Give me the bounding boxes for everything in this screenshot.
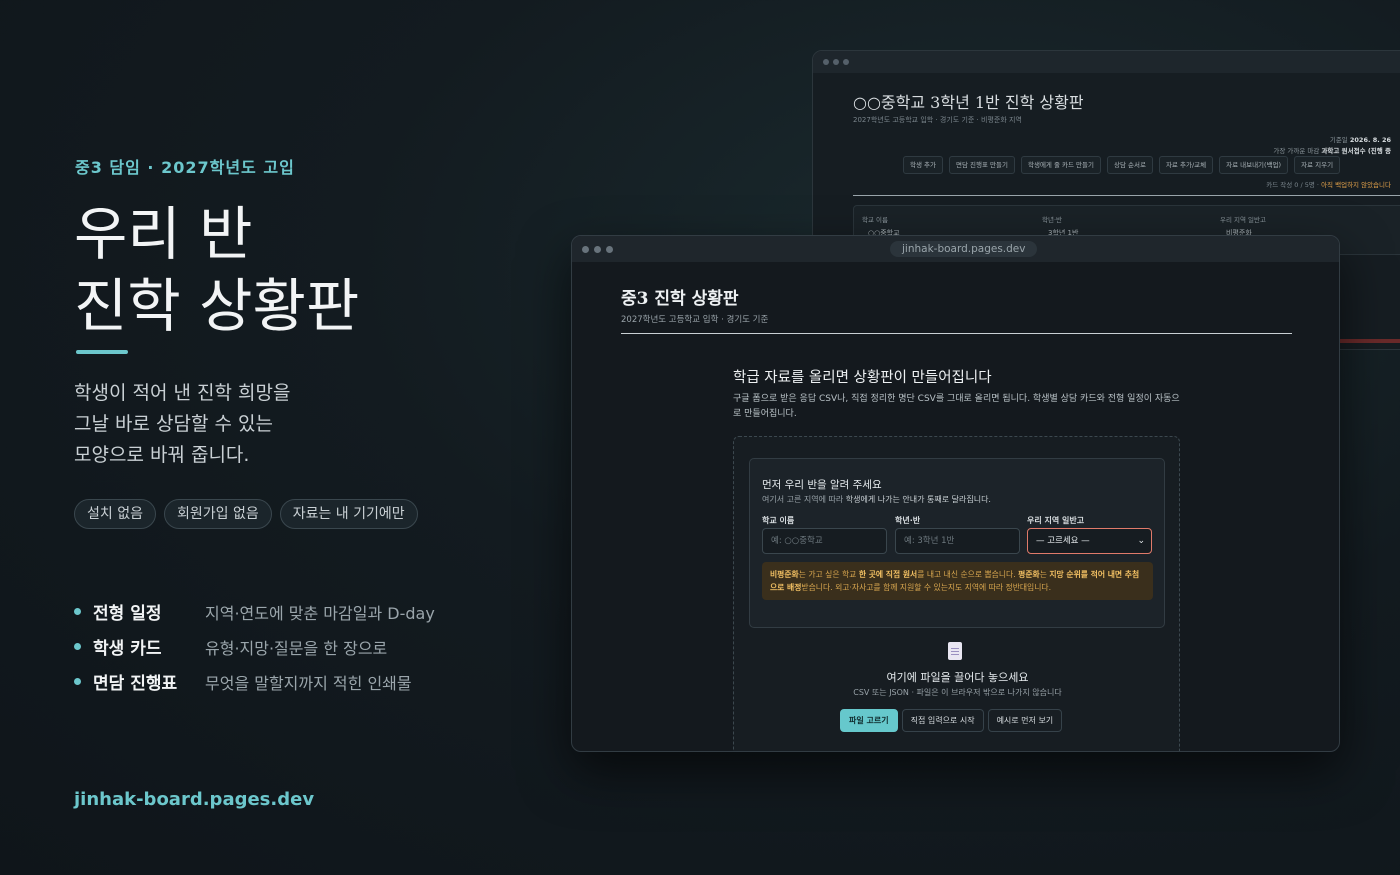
lead-line: 학생이 적어 낸 진학 희망을 [74,382,291,404]
upload-title: 학급 자료를 올리면 상황판이 만들어집니다 [733,370,992,386]
class-label: 학년·반 [1042,216,1063,224]
export-backup-button[interactable]: 자료 내보내기(백업) [1219,156,1289,174]
region-label: 우리 지역 일반고 [1220,216,1266,224]
view-example-button[interactable]: 예시로 먼저 보기 [987,709,1063,732]
board-subtitle: 2027학년도 고등학교 입학 · 경기도 기준 · 비평준화 지역 [853,116,1022,124]
feature-item: 면담 진행표 무엇을 말할지까지 적힌 인쇄물 [74,664,435,699]
board-date-info: 기준일 2026. 8. 26 가장 가까운 마감 과학고 원서접수 (진행 중 [1273,135,1391,157]
file-drop-zone[interactable]: 먼저 우리 반을 알려 주세요 여기서 고른 지역에 따라 학생에게 나가는 안… [733,436,1180,751]
browser-window: jinhak-board.pages.dev 중3 진학 상황판 2027학년도… [571,235,1340,752]
backup-status: 카드 작성 0 / 5명 · 아직 백업하지 않았습니다 [1266,179,1391,189]
manual-entry-button[interactable]: 직접 입력으로 시작 [901,709,984,732]
date-value: 2026. 8. 26 [1349,136,1391,144]
student-card-button[interactable]: 학생에게 줄 카드 만들기 [1020,156,1101,174]
hero-section: 중3 담임 · 2027학년도 고입 우리 반 진학 상황판 학생이 적어 낸 … [74,0,544,875]
header-divider [621,333,1292,334]
notice-text: 는 가고 싶은 학교 [798,570,857,579]
window-dot-icon [843,59,849,65]
school-name-input[interactable]: 예: ○○중학교 [762,528,887,554]
card-subtitle: 여기서 고른 지역에 따라 학생에게 나가는 안내가 통째로 달라집니다. [762,494,991,505]
window-titlebar: jinhak-board.pages.dev [572,236,1339,262]
notice-bold: 한 곳에 직접 원서 [858,570,918,579]
bullet-dot-icon [74,608,81,615]
school-label: 학교 이름 [862,216,888,224]
bullet-dot-icon [74,643,81,650]
eyebrow-text: 중3 담임 · 2027학년도 고입 [75,158,295,177]
window-dot-icon [606,245,613,253]
notice-text: 를 내고 내신 순으로 뽑습니다. [917,570,1016,579]
upload-actions: 파일 고르기 직접 입력으로 시작 예시로 먼저 보기 [840,709,1063,732]
feature-name: 전형 일정 [93,604,162,624]
card-sub-text: 여기서 고른 지역에 따라 [762,495,844,504]
feature-list: 전형 일정 지역·연도에 맞춘 마감일과 D-day 학생 카드 유형·지망·질… [74,594,435,699]
hero-title: 우리 반 진학 상황판 [74,198,359,342]
notice-text: 받습니다. 외고·자사고를 함께 지원할 수 있는지도 지역에 따라 정반대입니… [801,582,1052,592]
notice-bold: 평준화 [1018,570,1040,579]
window-dot-icon [594,245,601,253]
hero-title-line: 진학 상황판 [74,272,360,340]
add-student-button[interactable]: 학생 추가 [903,156,943,174]
file-icon [948,642,962,660]
region-notice: 비평준화는 가고 싶은 학교 한 곳에 직접 원서를 내고 내신 순으로 뽑습니… [762,562,1153,600]
chip-no-signup: 회원가입 없음 [163,499,272,529]
chevron-down-icon: ⌄ [1137,536,1145,546]
feature-item: 전형 일정 지역·연도에 맞춘 마감일과 D-day [74,594,435,629]
upload-description: 구글 폼으로 받은 응답 CSV나, 직접 정리한 명단 CSV를 그대로 올리… [733,394,1180,419]
date-label: 기준일 [1329,136,1348,144]
clear-data-button[interactable]: 자료 지우기 [1294,156,1341,174]
feature-desc: 유형·지망·질문을 한 장으로 [205,638,388,658]
bullet-dot-icon [74,678,81,685]
grade-class-input[interactable]: 예: 3학년 1반 [895,528,1020,554]
region-type-select[interactable]: — 고르세요 — ⌄ [1027,528,1152,554]
class-setup-card: 먼저 우리 반을 알려 주세요 여기서 고른 지역에 따라 학생에게 나가는 안… [749,458,1165,628]
site-url-link[interactable]: jinhak-board.pages.dev [74,789,314,810]
region-select-value: — 고르세요 — [1036,536,1090,546]
window-dot-icon [582,245,589,253]
window-dot-icon [833,59,839,65]
lead-line: 그날 바로 상담할 수 있는 [74,413,273,435]
backup-warning: 아직 백업하지 않았습니다 [1321,181,1391,189]
feature-name: 면담 진행표 [93,674,178,694]
grade-class-label: 학년·반 [895,516,921,525]
replace-data-button[interactable]: 자료 추가/교체 [1158,156,1214,174]
board-toolbar: 학생 추가 면담 진행표 만들기 학생에게 줄 카드 만들기 상담 순서로 자료… [903,156,1341,174]
card-sub-emphasis: 학생에게 나가는 안내가 통째로 달라집니다. [845,495,991,504]
deadline-value: 과학고 원서접수 (진행 중 [1321,147,1391,155]
card-title: 먼저 우리 반을 알려 주세요 [762,479,882,491]
app-subtitle: 2027학년도 고등학교 입학 · 경기도 기준 [621,315,769,325]
card-count-text: 카드 작성 0 / 5명 · [1266,181,1319,189]
divider [853,195,1400,196]
feature-desc: 무엇을 말할지까지 적힌 인쇄물 [205,673,412,693]
accent-divider [76,350,128,354]
drop-subtitle: CSV 또는 JSON · 파일은 이 브라우저 밖으로 나가지 않습니다 [853,688,1062,697]
address-bar[interactable]: jinhak-board.pages.dev [890,241,1038,257]
feature-desc: 지역·연도에 맞춘 마감일과 D-day [205,603,435,623]
window-titlebar [813,51,1400,73]
hero-title-line: 우리 반 [74,200,253,268]
notice-bold: 비평준화 [770,570,799,579]
deadline-label: 가장 가까운 마감 [1273,147,1320,155]
choose-file-button[interactable]: 파일 고르기 [840,709,898,732]
feature-item: 학생 카드 유형·지망·질문을 한 장으로 [74,629,435,664]
feature-chips: 설치 없음 회원가입 없음 자료는 내 기기에만 [74,499,418,529]
window-dot-icon [823,59,829,65]
lead-line: 모양으로 바꿔 줍니다. [74,444,250,466]
board-title: ○○중학교 3학년 1반 진학 상황판 [853,93,1084,112]
alert-strip [1333,339,1400,343]
notice-text: 는 [1039,570,1047,579]
drop-title: 여기에 파일을 끌어다 놓으세요 [886,671,1029,684]
interview-sheet-button[interactable]: 면담 진행표 만들기 [949,156,1015,174]
chip-local-data: 자료는 내 기기에만 [279,499,418,529]
hero-lead: 학생이 적어 낸 진학 희망을 그날 바로 상담할 수 있는 모양으로 바꿔 줍… [74,378,290,471]
sort-consult-button[interactable]: 상담 순서로 [1106,156,1153,174]
region-type-label: 우리 지역 일반고 [1027,516,1085,525]
feature-name: 학생 카드 [93,639,162,659]
school-name-label: 학교 이름 [762,516,795,525]
app-title: 중3 진학 상황판 [621,289,739,309]
chip-no-install: 설치 없음 [74,499,156,529]
